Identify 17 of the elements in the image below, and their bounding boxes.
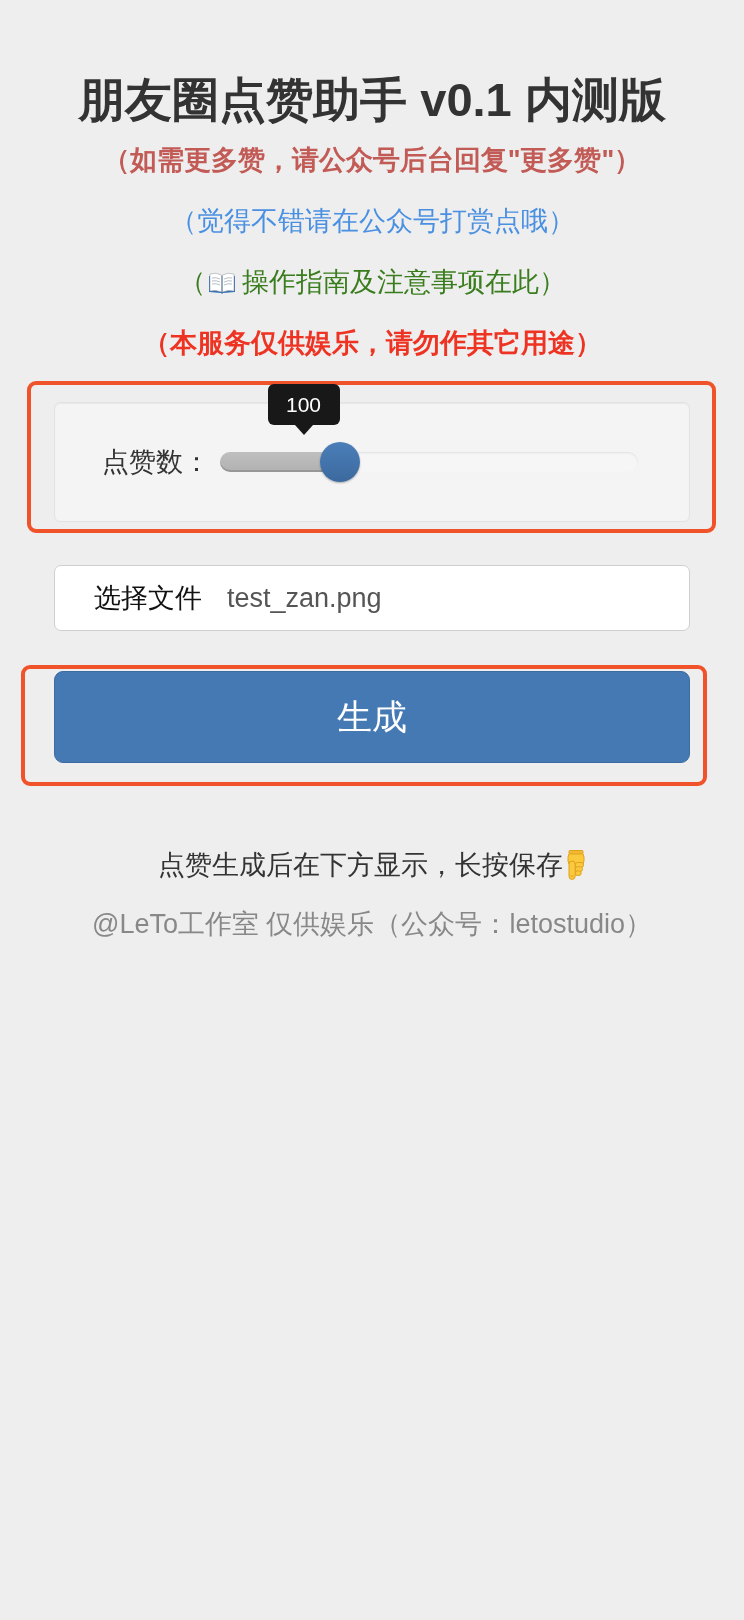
likes-slider[interactable] bbox=[220, 442, 638, 482]
page-title: 朋友圈点赞助手 v0.1 内测版 bbox=[77, 72, 667, 128]
hand-pointing-down-icon bbox=[564, 850, 587, 880]
value-tooltip: 100 bbox=[267, 384, 340, 435]
notice-text: （如需更多赞，请公众号后台回复"更多赞"） bbox=[101, 144, 643, 177]
notice-text: （本服务仅供娱乐，请勿作其它用途） bbox=[141, 327, 603, 360]
slider-label: 点赞数： bbox=[102, 445, 210, 479]
notice-text: （觉得不错请在公众号打赏点哦） bbox=[168, 205, 576, 238]
guide-link[interactable]: （ 操作指南及注意事项在此） bbox=[178, 267, 566, 297]
choose-file-button[interactable]: 选择文件 bbox=[94, 579, 202, 617]
generate-button[interactable]: 生成 bbox=[54, 671, 690, 763]
open-book-icon bbox=[207, 272, 236, 294]
file-input[interactable]: 选择文件 test_zan.png bbox=[54, 565, 690, 631]
slider-thumb[interactable] bbox=[319, 442, 360, 482]
file-name: test_zan.png bbox=[227, 582, 382, 615]
result-hint: 点赞生成后在下方显示，长按保存 bbox=[157, 849, 563, 882]
credit-text: @LeTo工作室 仅供娱乐（公众号：letostudio） bbox=[90, 908, 653, 941]
